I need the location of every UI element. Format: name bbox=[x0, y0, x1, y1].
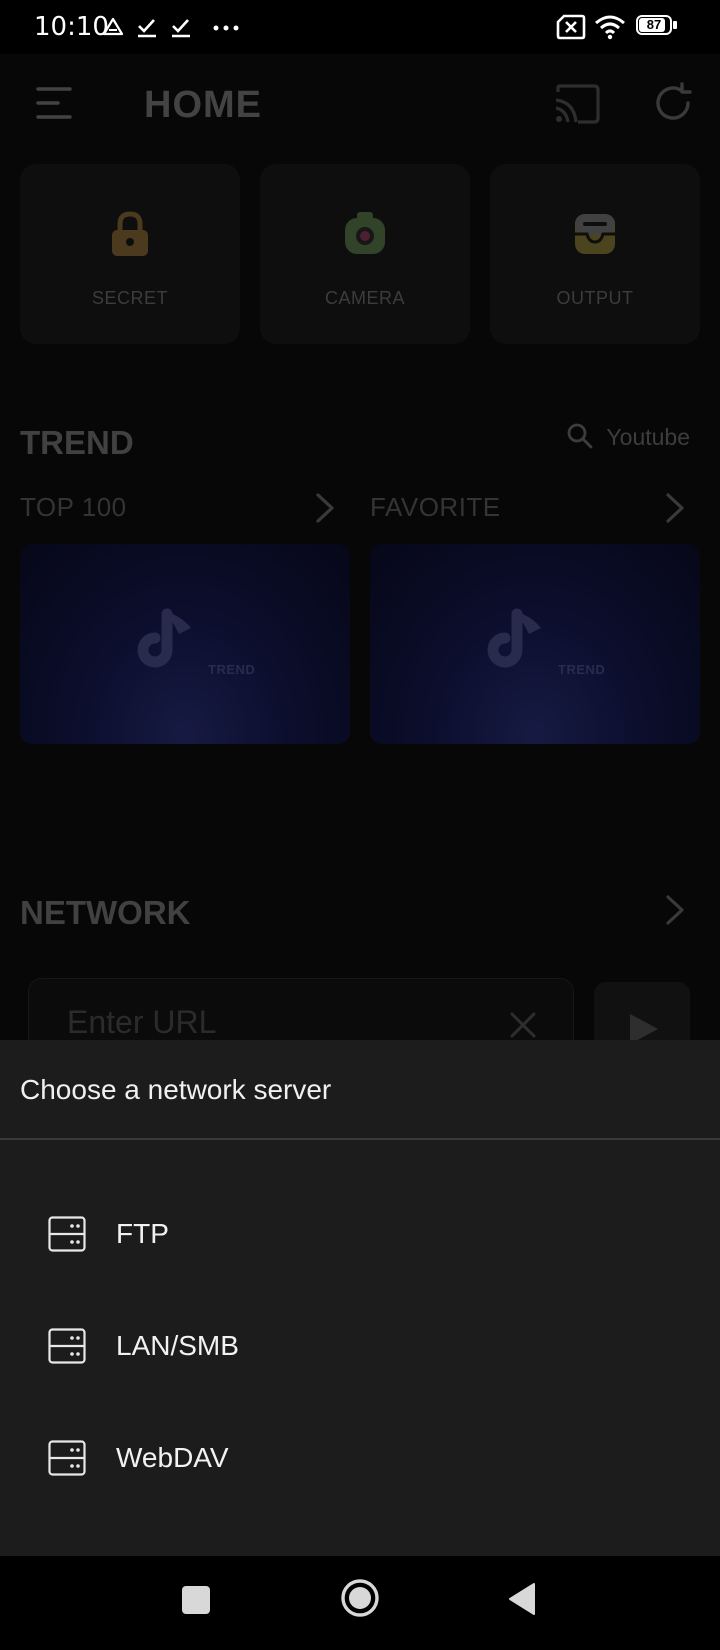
tile-label: CAMERA bbox=[324, 288, 405, 308]
server-option-ftp[interactable]: FTP bbox=[0, 1186, 720, 1286]
more-dots-icon bbox=[213, 25, 239, 31]
trend-logo-icon bbox=[137, 608, 191, 668]
status-bar: 10:10 87 bbox=[0, 0, 720, 54]
sheet-title: Choose a network server bbox=[20, 1074, 332, 1105]
check-icon bbox=[138, 19, 156, 38]
home-button[interactable] bbox=[340, 1578, 380, 1618]
server-option-webdav[interactable]: WebDAV bbox=[0, 1410, 720, 1510]
menu-icon[interactable] bbox=[36, 86, 74, 120]
network-server-sheet: Choose a network server FTP LAN/SMB WebD… bbox=[0, 1040, 720, 1556]
chevron-right-icon[interactable] bbox=[664, 492, 686, 524]
trend-logo-icon bbox=[487, 608, 541, 668]
screen: 10:10 87 HOME SECRET CAMERA OUTPUT TREND… bbox=[0, 0, 720, 1650]
youtube-search-button[interactable]: Youtube bbox=[560, 420, 690, 454]
server-option-lan-smb[interactable]: LAN/SMB bbox=[0, 1298, 720, 1398]
clear-icon[interactable] bbox=[509, 1011, 537, 1039]
server-icon bbox=[48, 1440, 86, 1476]
cast-icon[interactable] bbox=[552, 84, 600, 124]
chevron-right-icon[interactable] bbox=[314, 492, 336, 524]
server-option-label: FTP bbox=[116, 1218, 169, 1249]
tile-label: OUTPUT bbox=[556, 288, 634, 308]
server-icon bbox=[48, 1328, 86, 1364]
page-title: HOME bbox=[144, 84, 262, 126]
back-button[interactable] bbox=[508, 1582, 536, 1616]
drive-icon bbox=[102, 17, 124, 36]
battery-icon: 87 bbox=[636, 15, 678, 37]
check-icon bbox=[172, 19, 190, 38]
thumb-logo-text: TREND bbox=[208, 662, 256, 677]
wifi-icon bbox=[595, 15, 625, 40]
refresh-icon[interactable] bbox=[652, 82, 694, 124]
sheet-divider bbox=[0, 1138, 720, 1140]
network-title: NETWORK bbox=[20, 894, 191, 931]
url-input[interactable] bbox=[65, 1003, 469, 1042]
home-page: HOME SECRET CAMERA OUTPUT TREND Youtube … bbox=[0, 54, 720, 1072]
server-option-label: WebDAV bbox=[116, 1442, 229, 1473]
favorite-title[interactable]: FAVORITE bbox=[370, 492, 501, 523]
battery-level: 87 bbox=[646, 17, 662, 32]
favorite-thumbnail[interactable]: TREND bbox=[370, 544, 700, 744]
youtube-search-label: Youtube bbox=[606, 424, 690, 450]
tile-output[interactable]: OUTPUT bbox=[490, 164, 700, 344]
thumb-logo-text: TREND bbox=[558, 662, 606, 677]
search-icon bbox=[567, 423, 593, 449]
server-option-label: LAN/SMB bbox=[116, 1330, 239, 1361]
tile-camera[interactable]: CAMERA bbox=[260, 164, 470, 344]
server-icon bbox=[48, 1216, 86, 1252]
inbox-icon bbox=[575, 214, 615, 254]
recents-button[interactable] bbox=[182, 1586, 210, 1614]
lock-icon bbox=[112, 211, 148, 256]
tile-secret[interactable]: SECRET bbox=[20, 164, 240, 344]
sim-off-icon bbox=[556, 14, 586, 40]
top100-thumbnail[interactable]: TREND bbox=[20, 544, 350, 744]
trend-title: TREND bbox=[20, 424, 134, 461]
camera-icon bbox=[345, 212, 385, 254]
chevron-right-icon[interactable] bbox=[664, 894, 686, 926]
navigation-bar bbox=[0, 1556, 720, 1650]
tile-label: SECRET bbox=[91, 288, 168, 308]
top100-title[interactable]: TOP 100 bbox=[20, 492, 127, 523]
status-time: 10:10 bbox=[34, 12, 109, 42]
